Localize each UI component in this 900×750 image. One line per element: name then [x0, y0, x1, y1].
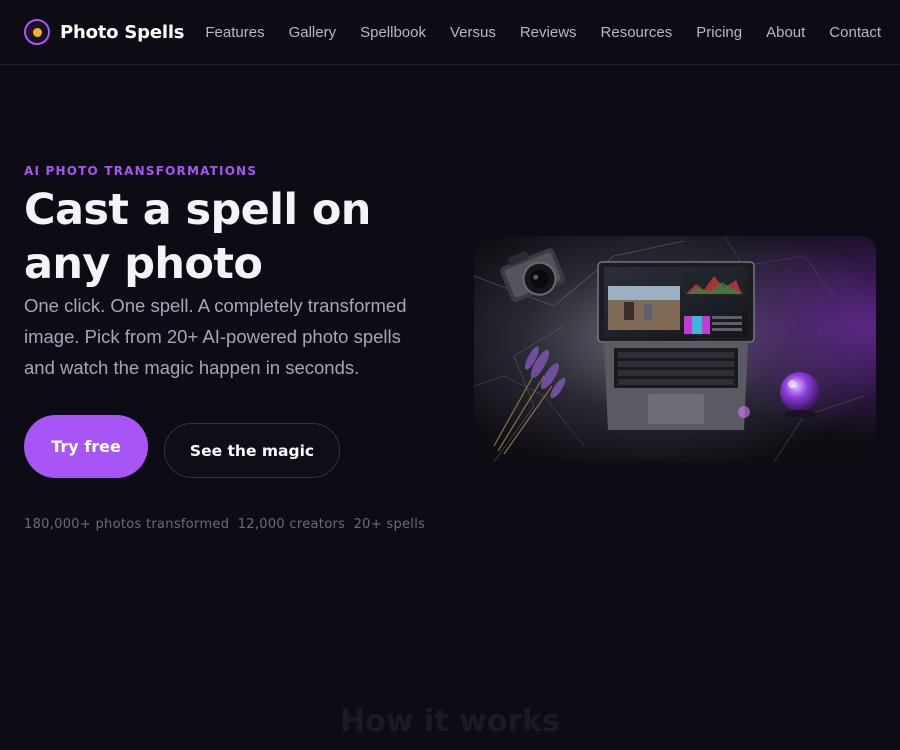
hero-stats: 180,000+ photos transformed 12,000 creat… [24, 517, 429, 532]
brand-name: Photo Spells [60, 21, 185, 43]
nav-link-reviews[interactable]: Reviews [520, 24, 577, 41]
hero-title: Cast a spell on any photo [24, 185, 371, 289]
nav-link-about[interactable]: About [766, 24, 805, 41]
nav-link-pricing[interactable]: Pricing [696, 24, 742, 41]
try-free-button[interactable]: Try free [24, 415, 148, 478]
hero-subtitle: One click. One spell. A completely trans… [24, 295, 407, 378]
brand[interactable]: Photo Spells [24, 18, 185, 46]
top-nav: Photo Spells Features Gallery Spellbook … [0, 0, 900, 65]
nav-link-gallery[interactable]: Gallery [289, 24, 337, 41]
nav-link-features[interactable]: Features [205, 24, 264, 41]
nav-link-spellbook[interactable]: Spellbook [360, 24, 426, 41]
orb-dot [32, 27, 42, 37]
stat-creators: 12,000 creators [237, 517, 346, 532]
nav-link-versus[interactable]: Versus [450, 24, 496, 41]
nav-links: Features Gallery Spellbook Versus Review… [205, 0, 881, 64]
stat-photos: 180,000+ photos transformed [24, 517, 230, 532]
landing-page: Photo Spells Features Gallery Spellbook … [0, 0, 900, 750]
section-title-how-it-works: How it works [340, 704, 560, 739]
hero-image [474, 236, 876, 462]
nav-link-resources[interactable]: Resources [601, 24, 673, 41]
orb-icon [24, 19, 50, 45]
laptop-scene-illustration [474, 236, 876, 462]
see-the-magic-button[interactable]: See the magic [164, 423, 340, 478]
stat-spells: 20+ spells [353, 517, 426, 532]
nav-link-contact[interactable]: Contact [829, 24, 881, 41]
hero-eyebrow: AI PHOTO TRANSFORMATIONS [24, 164, 258, 178]
